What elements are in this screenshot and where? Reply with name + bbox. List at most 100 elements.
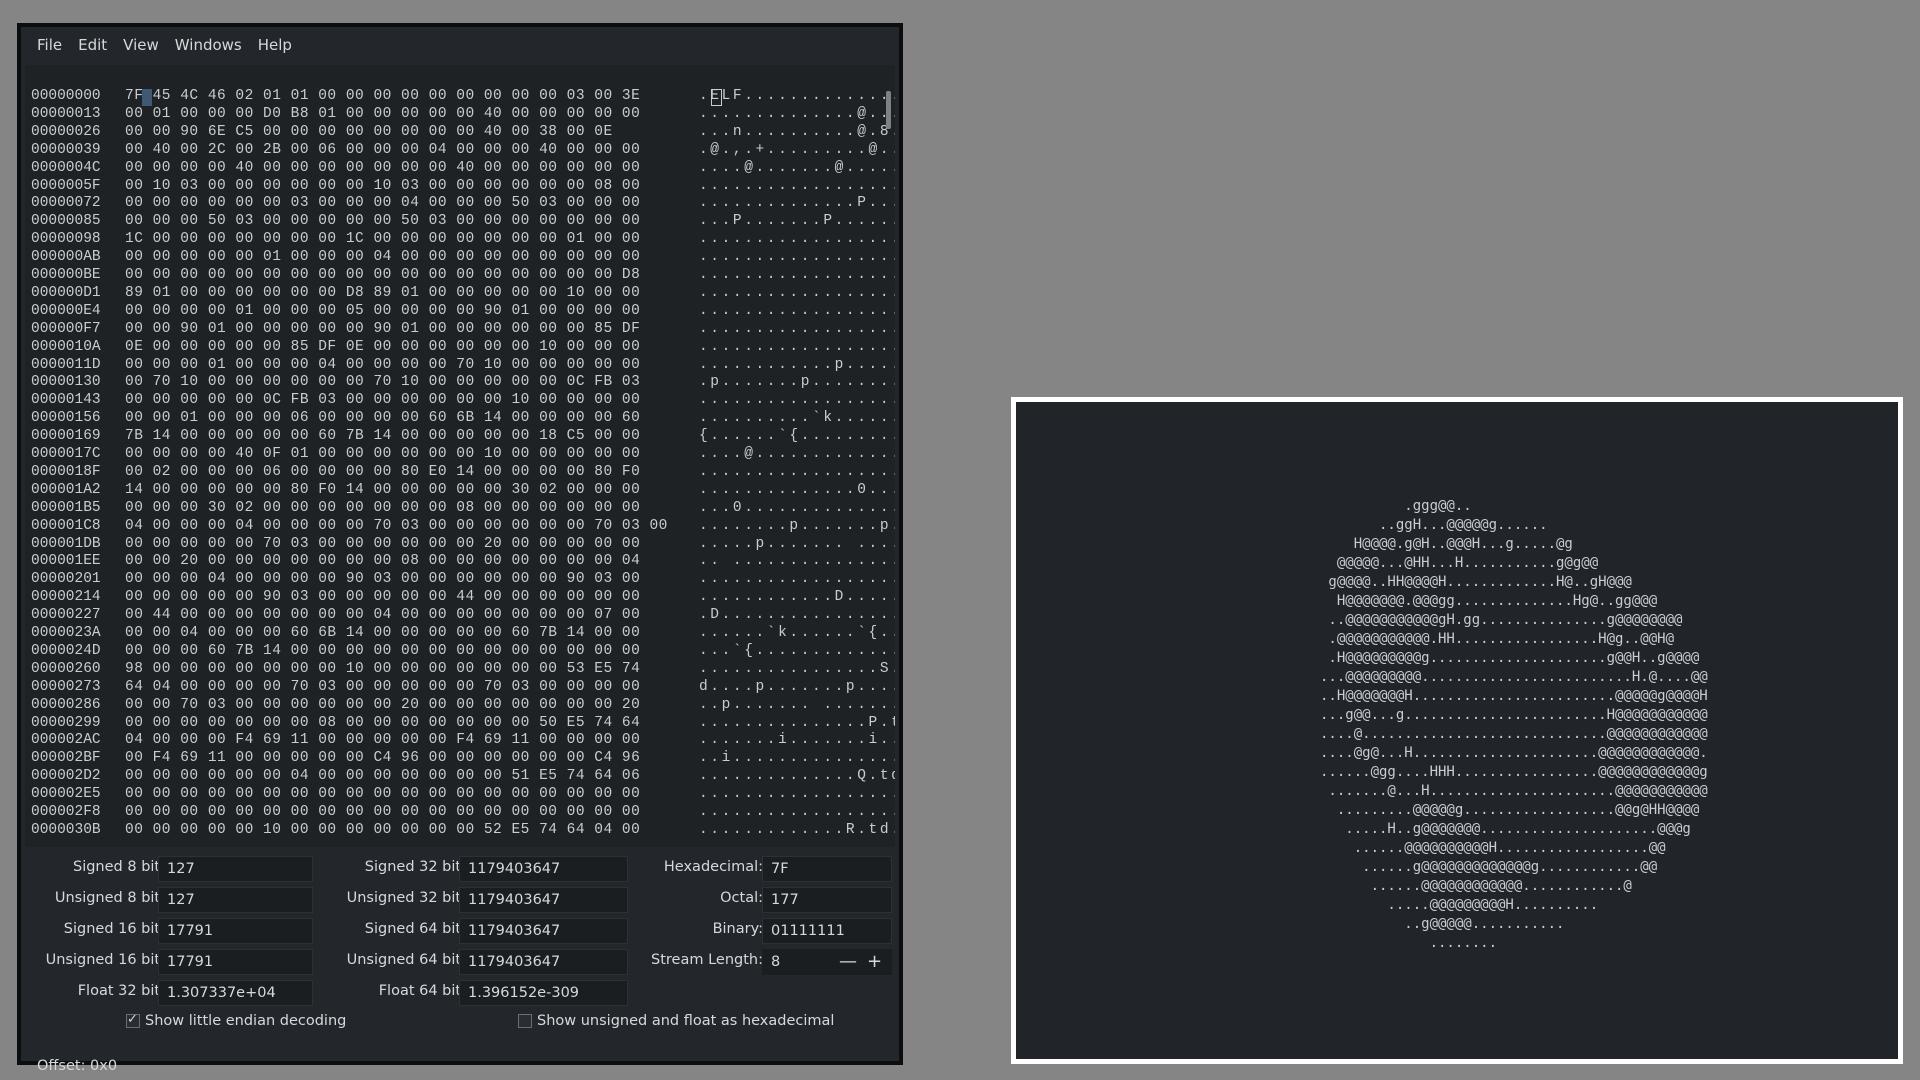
- float32-field[interactable]: 1.307337e+04: [158, 980, 313, 1006]
- row-ascii[interactable]: {......`{..........: [699, 427, 895, 445]
- row-hex-bytes[interactable]: 00 00 00 00 00 01 00 00 00 04 00 00 00 0…: [125, 248, 640, 266]
- row-ascii[interactable]: ....@..............: [699, 445, 895, 463]
- unsigned8-field[interactable]: 127: [158, 887, 313, 913]
- row-hex-bytes[interactable]: 00 40 00 2C 00 2B 00 06 00 00 00 04 00 0…: [125, 141, 640, 159]
- row-hex-bytes[interactable]: 00 00 00 00 00 00 00 00 00 00 00 00 00 0…: [125, 785, 640, 803]
- row-ascii[interactable]: d....p.......p.....: [699, 678, 895, 696]
- row-ascii[interactable]: .......i.......i....: [699, 731, 895, 749]
- row-hex-bytes[interactable]: 00 00 00 00 00 00 03 00 00 00 04 00 00 0…: [125, 194, 640, 212]
- row-hex-bytes[interactable]: 00 01 00 00 00 D0 B8 01 00 00 00 00 00 4…: [125, 105, 640, 123]
- stream-decrease-button[interactable]: —: [839, 953, 857, 971]
- row-ascii[interactable]: ...................: [699, 177, 895, 195]
- row-ascii[interactable]: ...................: [699, 338, 895, 356]
- row-ascii[interactable]: ..p....... .......: [699, 696, 895, 714]
- row-ascii[interactable]: ...................: [699, 785, 895, 803]
- row-hex-bytes[interactable]: 0E 00 00 00 00 00 85 DF 0E 00 00 00 00 0…: [125, 338, 640, 356]
- hex-view[interactable]: 00000000 7F 45 4C 46 02 01 01 00 00 00 00…: [25, 65, 895, 847]
- row-hex-bytes[interactable]: 7F 45 4C 46 02 01 01 00 00 00 00 00 00 0…: [125, 87, 640, 105]
- row-hex-bytes[interactable]: 00 00 00 50 03 00 00 00 00 00 50 03 00 0…: [125, 212, 640, 230]
- signed64-field[interactable]: 1179403647: [459, 918, 628, 944]
- row-ascii[interactable]: ...................: [699, 302, 895, 320]
- row-ascii[interactable]: .D.................: [699, 606, 895, 624]
- row-hex-bytes[interactable]: 00 00 20 00 00 00 00 00 00 00 08 00 00 0…: [125, 552, 640, 570]
- row-hex-bytes[interactable]: 00 00 00 00 00 00 00 00 00 00 00 00 00 0…: [125, 266, 640, 284]
- row-hex-bytes[interactable]: 00 00 70 03 00 00 00 00 00 00 20 00 00 0…: [125, 696, 640, 714]
- unsigned-hex-checkbox[interactable]: [518, 1014, 532, 1028]
- menu-edit[interactable]: Edit: [70, 36, 115, 54]
- row-hex-bytes[interactable]: 00 00 90 6E C5 00 00 00 00 00 00 00 00 4…: [125, 123, 613, 141]
- row-hex-bytes[interactable]: 7B 14 00 00 00 00 00 60 7B 14 00 00 00 0…: [125, 427, 640, 445]
- row-ascii[interactable]: ..............Q.td.: [699, 767, 895, 785]
- row-hex-bytes[interactable]: 00 00 00 00 00 10 00 00 00 00 00 00 00 5…: [125, 821, 640, 839]
- row-ascii[interactable]: ...............P.td: [699, 714, 895, 732]
- row-hex-bytes[interactable]: 00 F4 69 11 00 00 00 00 00 C4 96 00 00 0…: [125, 749, 640, 767]
- row-hex-bytes[interactable]: 00 70 10 00 00 00 00 00 00 70 10 00 00 0…: [125, 373, 640, 391]
- float64-field[interactable]: 1.396152e-309: [459, 980, 628, 1006]
- row-hex-bytes[interactable]: 04 00 00 00 04 00 00 00 00 70 03 00 00 0…: [125, 517, 668, 535]
- row-ascii[interactable]: ..i................: [699, 749, 895, 767]
- row-ascii[interactable]: ....@.......@......: [699, 159, 895, 177]
- row-hex-bytes[interactable]: 00 00 00 00 00 00 04 00 00 00 00 00 00 0…: [125, 767, 640, 785]
- unsigned64-field[interactable]: 1179403647: [459, 949, 628, 975]
- row-hex-bytes[interactable]: 00 00 00 00 00 90 03 00 00 00 00 00 44 0…: [125, 588, 640, 606]
- row-hex-bytes[interactable]: 89 01 00 00 00 00 00 00 D8 89 01 00 00 0…: [125, 284, 640, 302]
- row-hex-bytes[interactable]: 00 00 00 00 00 00 00 00 00 00 00 00 00 0…: [125, 803, 640, 821]
- row-hex-bytes[interactable]: 00 44 00 00 00 00 00 00 00 04 00 00 00 0…: [125, 606, 640, 624]
- row-hex-bytes[interactable]: 00 00 00 00 40 0F 01 00 00 00 00 00 00 1…: [125, 445, 640, 463]
- octal-field[interactable]: 177: [762, 887, 892, 913]
- row-ascii[interactable]: ...P.......P.......: [699, 212, 895, 230]
- row-ascii[interactable]: ...................: [699, 248, 895, 266]
- row-hex-bytes[interactable]: 00 00 90 01 00 00 00 00 00 90 01 00 00 0…: [125, 320, 640, 338]
- vertical-scrollbar[interactable]: [886, 91, 891, 129]
- row-ascii[interactable]: ...................: [699, 803, 895, 821]
- row-ascii[interactable]: ...................: [699, 320, 895, 338]
- stream-increase-button[interactable]: +: [867, 953, 882, 971]
- row-hex-bytes[interactable]: 00 00 00 00 00 00 00 08 00 00 00 00 00 0…: [125, 714, 640, 732]
- row-hex-bytes[interactable]: 00 00 00 01 00 00 00 04 00 00 00 00 70 1…: [125, 356, 640, 374]
- row-hex-bytes[interactable]: 00 00 00 00 00 0C FB 03 00 00 00 00 00 0…: [125, 391, 640, 409]
- row-ascii[interactable]: ..............0....: [699, 481, 895, 499]
- signed16-field[interactable]: 17791: [158, 918, 313, 944]
- row-ascii[interactable]: ...0...............: [699, 499, 895, 517]
- row-hex-bytes[interactable]: 00 00 01 00 00 00 06 00 00 00 00 60 6B 1…: [125, 409, 640, 427]
- row-hex-bytes[interactable]: 98 00 00 00 00 00 00 00 10 00 00 00 00 0…: [125, 660, 640, 678]
- menu-help[interactable]: Help: [250, 36, 300, 54]
- row-ascii[interactable]: ...n..........@.8..: [699, 123, 895, 141]
- row-ascii[interactable]: ...................: [699, 284, 895, 302]
- row-hex-bytes[interactable]: 1C 00 00 00 00 00 00 00 1C 00 00 00 00 0…: [125, 230, 640, 248]
- row-ascii[interactable]: .....p....... .....: [699, 535, 895, 553]
- row-ascii[interactable]: .@.,.+.........@...: [699, 141, 895, 159]
- row-ascii[interactable]: ...................: [699, 266, 895, 284]
- row-ascii[interactable]: ...................: [699, 463, 895, 481]
- row-ascii[interactable]: ............D......: [699, 588, 895, 606]
- row-ascii[interactable]: ................S.t: [699, 660, 895, 678]
- terminal-window[interactable]: .ggg@@.. ..ggH...@@@@@g...... H@@@@.g@H.…: [1011, 397, 1903, 1064]
- row-hex-bytes[interactable]: 64 04 00 00 00 00 70 03 00 00 00 00 00 7…: [125, 678, 640, 696]
- row-ascii[interactable]: .............R.td..: [699, 821, 895, 839]
- row-hex-bytes[interactable]: 00 00 00 00 40 00 00 00 00 00 00 00 40 0…: [125, 159, 640, 177]
- row-ascii[interactable]: ..........`k......`: [699, 409, 895, 427]
- row-hex-bytes[interactable]: 00 00 00 04 00 00 00 00 90 03 00 00 00 0…: [125, 570, 640, 588]
- row-hex-bytes[interactable]: 00 02 00 00 00 06 00 00 00 00 80 E0 14 0…: [125, 463, 640, 481]
- row-ascii[interactable]: ...................: [699, 570, 895, 588]
- row-ascii[interactable]: ..............P....: [699, 194, 895, 212]
- signed8-field[interactable]: 127: [158, 856, 313, 882]
- unsigned16-field[interactable]: 17791: [158, 949, 313, 975]
- row-hex-bytes[interactable]: 00 00 00 00 00 70 03 00 00 00 00 00 00 2…: [125, 535, 640, 553]
- menu-file[interactable]: File: [29, 36, 70, 54]
- row-ascii[interactable]: ...................: [699, 230, 895, 248]
- row-ascii[interactable]: .. ................: [699, 552, 895, 570]
- row-hex-bytes[interactable]: 00 00 00 00 01 00 00 00 05 00 00 00 00 9…: [125, 302, 640, 320]
- row-hex-bytes[interactable]: 14 00 00 00 00 00 80 F0 14 00 00 00 00 0…: [125, 481, 640, 499]
- signed32-field[interactable]: 1179403647: [459, 856, 628, 882]
- row-ascii[interactable]: ......`k......`{...: [699, 624, 895, 642]
- binary-field[interactable]: 01111111: [762, 918, 892, 944]
- unsigned32-field[interactable]: 1179403647: [459, 887, 628, 913]
- row-hex-bytes[interactable]: 04 00 00 00 F4 69 11 00 00 00 00 00 F4 6…: [125, 731, 640, 749]
- row-ascii[interactable]: ..............@.....: [699, 105, 895, 123]
- row-hex-bytes[interactable]: 00 00 00 30 02 00 00 00 00 00 00 00 08 0…: [125, 499, 640, 517]
- row-ascii[interactable]: ........p.......p..: [699, 517, 895, 535]
- row-ascii[interactable]: .p.......p.........: [699, 373, 895, 391]
- menu-view[interactable]: View: [115, 36, 167, 54]
- hexadecimal-field[interactable]: 7F: [762, 856, 892, 882]
